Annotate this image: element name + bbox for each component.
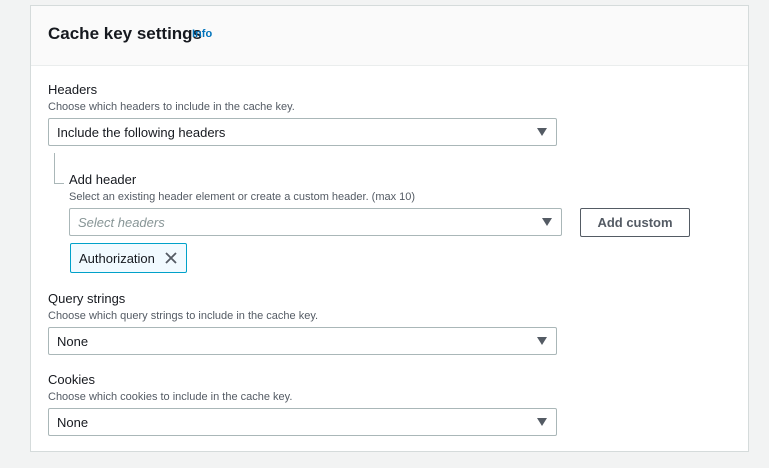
panel-header: Cache key settings Info	[31, 6, 748, 66]
caret-down-icon	[537, 337, 547, 345]
query-strings-label: Query strings	[48, 291, 126, 306]
headers-select-value: Include the following headers	[57, 125, 226, 140]
caret-down-icon	[537, 418, 547, 426]
caret-down-icon	[542, 218, 552, 226]
query-strings-select[interactable]: None	[48, 327, 557, 355]
tree-connector-horizontal	[54, 183, 64, 184]
add-header-label: Add header	[69, 172, 137, 187]
cookies-description: Choose which cookies to include in the c…	[48, 391, 293, 403]
cache-key-settings-panel: Cache key settings Info Headers Choose w…	[30, 5, 749, 452]
tree-connector-vertical	[54, 153, 55, 183]
cookies-select[interactable]: None	[48, 408, 557, 436]
select-headers-input[interactable]: Select headers	[69, 208, 562, 236]
info-link[interactable]: Info	[192, 28, 212, 40]
caret-down-icon	[537, 128, 547, 136]
headers-label: Headers	[48, 82, 98, 97]
panel-title: Cache key settings	[48, 24, 203, 43]
token-label: Authorization	[79, 251, 155, 266]
cookies-label: Cookies	[48, 372, 95, 387]
header-token: Authorization	[70, 243, 187, 273]
cookies-select-value: None	[57, 415, 89, 430]
add-header-description: Select an existing header element or cre…	[69, 191, 416, 203]
add-custom-button[interactable]: Add custom	[580, 208, 690, 237]
query-strings-select-value: None	[57, 334, 89, 349]
close-icon[interactable]	[164, 250, 178, 266]
headers-description: Choose which headers to include in the c…	[48, 101, 295, 113]
query-strings-description: Choose which query strings to include in…	[48, 310, 319, 322]
select-headers-placeholder: Select headers	[78, 215, 165, 230]
headers-select[interactable]: Include the following headers	[48, 118, 557, 146]
